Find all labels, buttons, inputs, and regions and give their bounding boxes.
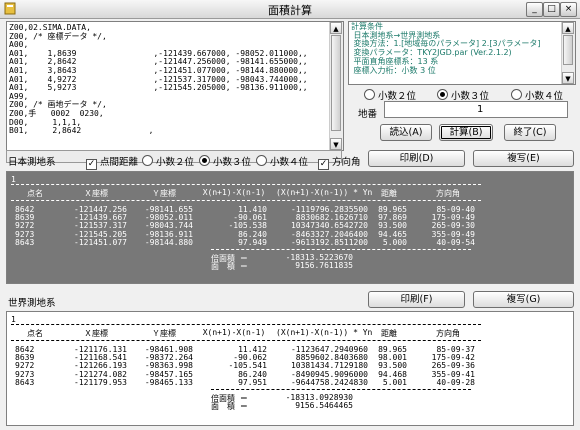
copy-world-button[interactable]: 複写(G): [473, 291, 574, 308]
decimal2-radio[interactable]: 小数２位: [364, 88, 416, 102]
print-world-button[interactable]: 印刷(F): [368, 291, 465, 308]
table-cell: -9613192.8511200: [290, 237, 368, 247]
separator-line: [11, 184, 481, 185]
checkbox-checked-icon: ✓: [318, 159, 329, 170]
title-bar: 面積計算 _ □ ×: [0, 0, 580, 19]
sima-data-editor[interactable]: Z00,02.SIMA.DATA, Z00, /* 座標データ */, A00, A0…: [6, 21, 344, 151]
info-scroll-down-icon[interactable]: ▼: [562, 72, 574, 84]
decimal3-radio[interactable]: 小数３位: [437, 88, 489, 102]
world-datum-label: 世界測地系: [8, 298, 56, 309]
separator-line: [11, 324, 481, 325]
editor-line: Z00, /* 座標データ */,: [9, 31, 107, 41]
column-header: Ｘ座標: [84, 329, 108, 338]
column-header: 距離: [381, 329, 397, 338]
jp-decimal4-radio[interactable]: 小数４位: [256, 154, 308, 168]
distance-checkbox[interactable]: ✓ 点間距離: [86, 154, 138, 170]
table-cell: 5.001: [382, 377, 407, 387]
area-label: 面 積 ＝: [211, 262, 248, 271]
exit-button[interactable]: 終了(C): [504, 124, 556, 141]
table-cell: -98465.133: [144, 377, 193, 387]
result-index: 1: [11, 175, 16, 184]
checkbox-checked-icon: ✓: [86, 159, 97, 170]
table-cell: 5.000: [382, 237, 407, 247]
calc-conditions-box: 計算条件 日本測地系→世界測地系 変換方法：1.[地域毎のパラメータ] 2.[3…: [348, 21, 576, 85]
table-cell: 40-09-28: [436, 377, 475, 387]
radio-icon: [142, 155, 153, 166]
area-label: 面 積 ＝: [211, 402, 248, 411]
column-header: Ｙ座標: [152, 189, 176, 198]
radio-selected-icon: [437, 89, 448, 100]
read-button[interactable]: 読込(A): [380, 124, 432, 141]
area-value: 9156.5464465: [295, 401, 353, 410]
column-header: (X(n+1)-X(n-1)) * Yn: [276, 188, 373, 197]
world-result-table: 1 点名 Ｘ座標 Ｙ座標 X(n+1)-X(n-1) (X(n+1)-X(n-1)) * …: [11, 315, 559, 422]
table-cell: 8643: [15, 377, 35, 387]
window-title: 面積計算: [268, 4, 312, 17]
maximize-button[interactable]: □: [543, 2, 560, 17]
sima-data-text[interactable]: Z00,02.SIMA.DATA, Z00, /* 座標データ */, A00, A0…: [7, 22, 331, 152]
japan-result-panel: 1 点名 Ｘ座標 Ｙ座標 X(n+1)-X(n-1) (X(n+1)-X(n-1)) * …: [6, 171, 574, 284]
editor-line: B01, 2,8642 ,: [9, 126, 154, 136]
column-header: 距離: [381, 189, 397, 198]
decimal4-radio[interactable]: 小数４位: [511, 88, 563, 102]
info-vertical-scrollbar[interactable]: ▲ ▼: [561, 22, 575, 84]
table-cell: 97.951: [238, 377, 267, 387]
column-header: (X(n+1)-X(n-1)) * Yn: [276, 328, 373, 337]
separator-line: [211, 389, 471, 390]
separator-line: [11, 200, 481, 201]
table-cell: -98144.880: [144, 237, 193, 247]
editor-vertical-scrollbar[interactable]: ▲ ▼: [329, 22, 343, 150]
column-header: X(n+1)-X(n-1): [202, 328, 266, 337]
column-header: 方向角: [436, 329, 460, 338]
scroll-up-icon[interactable]: ▲: [330, 22, 342, 34]
jp-decimal2-radio[interactable]: 小数２位: [142, 154, 194, 168]
direction-checkbox[interactable]: ✓ 方向角: [318, 154, 361, 170]
radio-icon: [364, 89, 375, 100]
column-header: 点名: [27, 329, 43, 338]
print-jp-button[interactable]: 印刷(D): [368, 150, 465, 167]
japan-datum-label: 日本測地系: [8, 157, 56, 168]
column-header: 方向角: [436, 189, 460, 198]
radio-icon: [256, 155, 267, 166]
scroll-thumb[interactable]: [331, 35, 341, 131]
table-cell: 97.949: [238, 237, 267, 247]
table-cell: -9644758.2424830: [290, 377, 368, 387]
scroll-down-icon[interactable]: ▼: [330, 138, 342, 150]
calculate-button[interactable]: 計算(B): [439, 124, 493, 141]
chiban-label: 地番: [358, 109, 378, 120]
info-scroll-thumb[interactable]: [563, 35, 573, 65]
radio-selected-icon: [199, 155, 210, 166]
calc-conditions-text: 計算条件 日本測地系→世界測地系 変換方法：1.[地域毎のパラメータ] 2.[3…: [349, 22, 563, 85]
copy-jp-button[interactable]: 複写(E): [473, 150, 574, 167]
separator-line: [211, 249, 471, 250]
table-cell: -121451.077: [74, 237, 127, 247]
minimize-button[interactable]: _: [526, 2, 543, 17]
column-header: 点名: [27, 189, 43, 198]
close-button[interactable]: ×: [560, 2, 577, 17]
radio-icon: [511, 89, 522, 100]
column-header: Ｘ座標: [84, 189, 108, 198]
table-cell: 8643: [15, 237, 35, 247]
editor-line: A01, 5,9273 ,-121545.205000, -98136.9110…: [9, 83, 308, 93]
world-result-panel: 1 点名 Ｘ座標 Ｙ座標 X(n+1)-X(n-1) (X(n+1)-X(n-1)) * …: [6, 311, 574, 426]
area-value: 9156.7611835: [295, 261, 353, 270]
chiban-input[interactable]: 1: [384, 101, 568, 118]
column-header: X(n+1)-X(n-1): [202, 188, 266, 197]
table-cell: 40-09-54: [436, 237, 475, 247]
jp-decimal3-radio[interactable]: 小数３位: [199, 154, 251, 168]
separator-line: [11, 340, 481, 341]
info-scroll-up-icon[interactable]: ▲: [562, 22, 574, 34]
table-cell: -121179.953: [74, 377, 127, 387]
result-index: 1: [11, 315, 16, 324]
japan-result-table: 1 点名 Ｘ座標 Ｙ座標 X(n+1)-X(n-1) (X(n+1)-X(n-1)) * …: [11, 175, 559, 280]
info-line: 座標入力桁：小数 3 位: [351, 65, 436, 75]
column-header: Ｙ座標: [152, 329, 176, 338]
